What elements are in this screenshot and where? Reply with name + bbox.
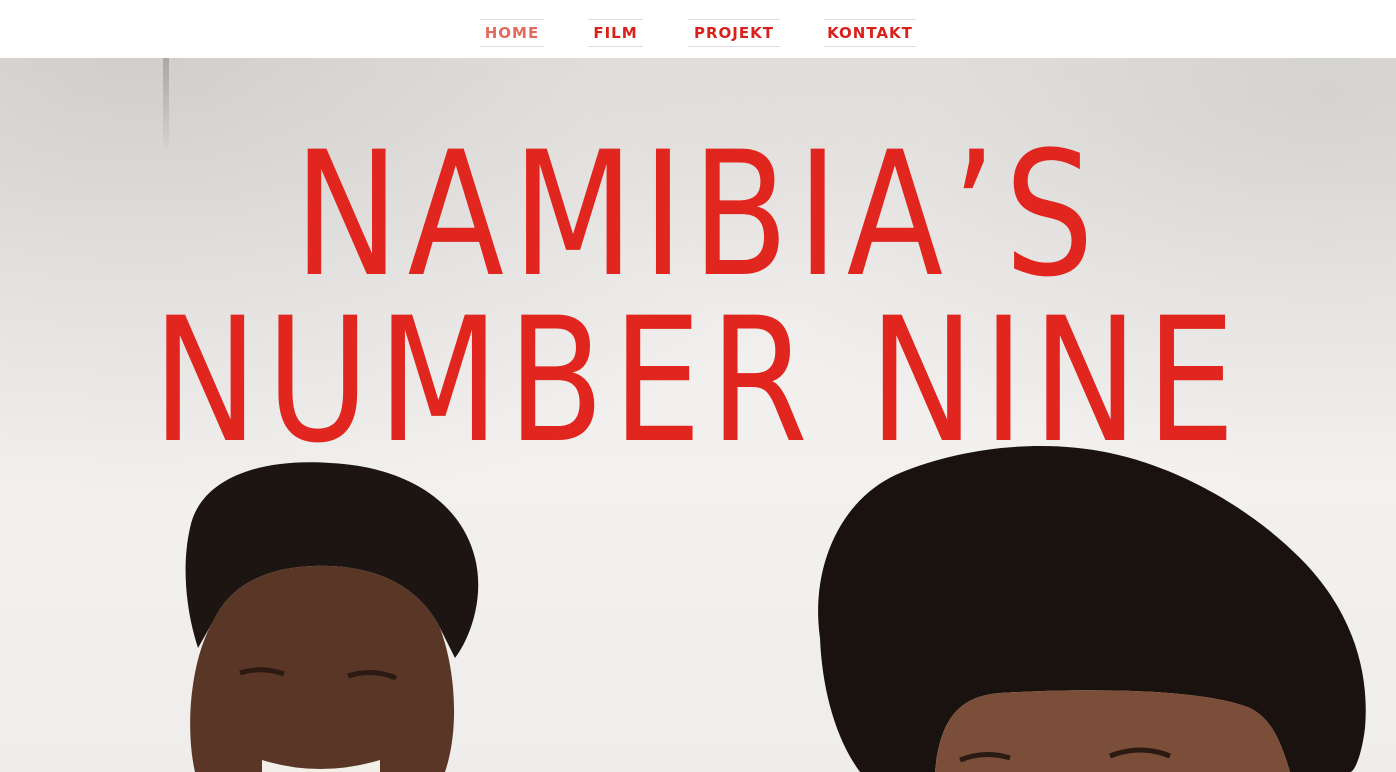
top-navigation-bar: HOME FILM PROJEKT KONTAKT xyxy=(0,0,1396,58)
hero-photo-people xyxy=(185,445,1366,772)
nav-item-home[interactable]: HOME xyxy=(480,19,544,47)
main-nav: HOME FILM PROJEKT KONTAKT xyxy=(0,19,1396,49)
nav-item-projekt[interactable]: PROJEKT xyxy=(688,19,780,47)
nav-item-kontakt[interactable]: KONTAKT xyxy=(824,19,916,47)
hero-title-line-1: NAMIBIA’S xyxy=(293,114,1103,315)
nav-item-film[interactable]: FILM xyxy=(588,19,643,47)
hero-title-line-2: NUMBER NINE xyxy=(152,280,1244,481)
hero-section: NAMIBIA’S NUMBER NINE xyxy=(0,58,1396,772)
